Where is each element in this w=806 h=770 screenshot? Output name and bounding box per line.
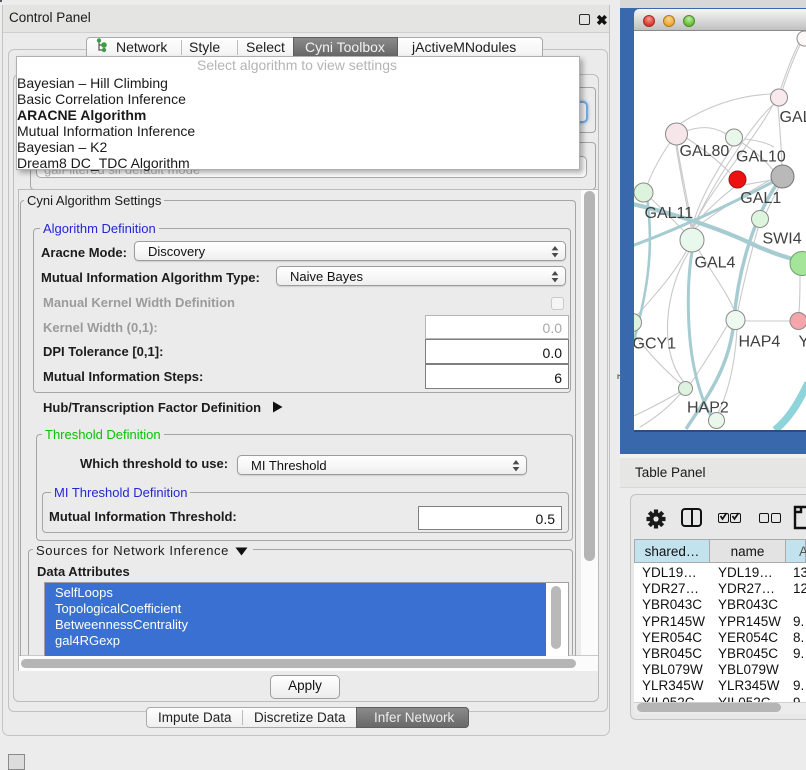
- svg-text:GCY1: GCY1: [634, 336, 676, 353]
- svg-text:HAP2: HAP2: [687, 400, 729, 417]
- svg-text:GAL1: GAL1: [740, 190, 781, 207]
- svg-text:HAP4: HAP4: [739, 334, 781, 351]
- svg-text:GAL2: GAL2: [780, 109, 806, 126]
- svg-text:GAL11: GAL11: [645, 205, 694, 222]
- svg-text:GAL80: GAL80: [680, 143, 730, 160]
- svg-text:GAL10: GAL10: [736, 149, 786, 166]
- svg-text:YJ: YJ: [799, 334, 806, 351]
- svg-text:GAL4: GAL4: [695, 255, 736, 272]
- svg-text:SWI4: SWI4: [763, 231, 802, 248]
